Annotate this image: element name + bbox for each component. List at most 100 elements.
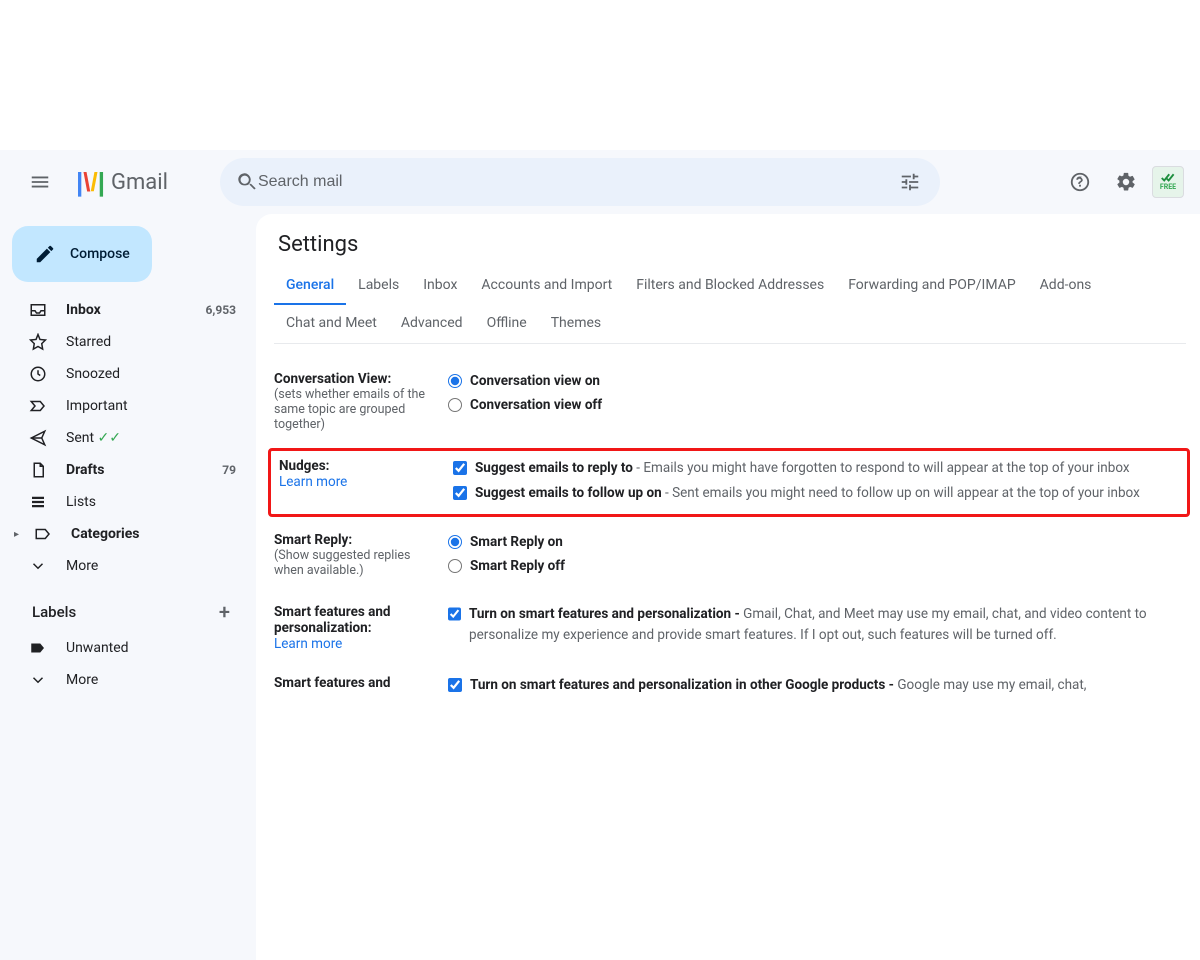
- sidebar-item-inbox[interactable]: Inbox6,953: [8, 294, 248, 326]
- search-icon: [236, 171, 258, 193]
- support-button[interactable]: [1060, 162, 1100, 202]
- option-description: - Emails you might have forgotten to res…: [633, 460, 1130, 476]
- smart-features-other-checkbox[interactable]: [448, 678, 462, 692]
- tab-chat-and-meet[interactable]: Chat and Meet: [274, 305, 389, 343]
- label-item-more[interactable]: More: [8, 664, 248, 696]
- lists-icon: [28, 492, 48, 512]
- gmail-m-icon: |\/|: [76, 167, 105, 198]
- smart-features-checkbox[interactable]: [448, 607, 461, 621]
- extension-badge-label: FREE: [1160, 183, 1176, 191]
- nav-item-label: Categories: [71, 526, 236, 542]
- tab-add-ons[interactable]: Add-ons: [1028, 267, 1104, 305]
- tab-filters-and-blocked-addresses[interactable]: Filters and Blocked Addresses: [624, 267, 836, 305]
- smart-features-learn-more-link[interactable]: Learn more: [274, 636, 342, 652]
- labels-list: Unwanted More: [8, 632, 248, 696]
- sidebar-item-snoozed[interactable]: Snoozed: [8, 358, 248, 390]
- compose-label: Compose: [70, 246, 130, 262]
- option-label: Turn on smart features and personalizati…: [470, 677, 897, 693]
- tab-inbox[interactable]: Inbox: [411, 267, 469, 305]
- nav-item-count: 79: [222, 463, 236, 477]
- option-label: Turn on smart features and personalizati…: [469, 606, 743, 622]
- search-bar[interactable]: [220, 158, 940, 206]
- labels-title: Labels: [32, 603, 76, 621]
- chevron-down-icon: [28, 670, 48, 690]
- setting-smart-features: Smart features and personalization: Lear…: [274, 597, 1186, 668]
- page-title: Settings: [274, 232, 1186, 257]
- sidebar-item-sent[interactable]: Sent ✓✓: [8, 422, 248, 454]
- nudges-learn-more-link[interactable]: Learn more: [279, 474, 347, 490]
- main-content: Settings GeneralLabelsInboxAccounts and …: [256, 214, 1200, 960]
- nav-item-label: Snoozed: [66, 366, 236, 382]
- app-header: |\/| Gmail FREE: [0, 150, 1200, 214]
- nav-item-label: More: [66, 558, 236, 574]
- setting-title: Nudges:: [279, 458, 439, 474]
- setting-title: Conversation View:: [274, 371, 434, 387]
- setting-title: Smart Reply:: [274, 532, 434, 548]
- blank-top-area: [0, 0, 1200, 150]
- option-description: Google may use my email, chat,: [897, 677, 1086, 693]
- tune-icon: [899, 171, 921, 193]
- label-item-label: More: [66, 672, 236, 688]
- search-input[interactable]: [258, 173, 890, 191]
- setting-subtitle: (sets whether emails of the same topic a…: [274, 387, 434, 432]
- smart-reply-on-radio[interactable]: [448, 535, 462, 549]
- setting-subtitle: (Show suggested replies when available.): [274, 548, 434, 578]
- nav-item-label: Important: [66, 398, 236, 414]
- labels-section-header: Labels +: [8, 582, 248, 632]
- chevron-down-icon: [28, 556, 48, 576]
- smart-reply-off-radio[interactable]: [448, 559, 462, 573]
- add-label-button[interactable]: +: [219, 600, 230, 624]
- nav-list: Inbox6,953 Starred Snoozed Important Sent ✓✓…: [8, 294, 248, 582]
- setting-title: Smart features and personalization:: [274, 604, 434, 636]
- option-label: Smart Reply off: [470, 556, 565, 576]
- sidebar-item-important[interactable]: Important: [8, 390, 248, 422]
- nav-item-label: Starred: [66, 334, 236, 350]
- sidebar-item-categories[interactable]: ▸ Categories: [8, 518, 248, 550]
- compose-button[interactable]: Compose: [12, 226, 152, 282]
- conversation-view-on-radio[interactable]: [448, 374, 462, 388]
- sidebar-item-lists[interactable]: Lists: [8, 486, 248, 518]
- tab-themes[interactable]: Themes: [539, 305, 613, 343]
- option-description: - Sent emails you might need to follow u…: [662, 485, 1140, 501]
- sidebar-item-more[interactable]: More: [8, 550, 248, 582]
- double-check-icon: ✓✓: [98, 430, 121, 446]
- sidebar-item-drafts[interactable]: Drafts 79: [8, 454, 248, 486]
- nav-item-label: Drafts: [66, 462, 204, 478]
- option-label: Suggest emails to reply to: [475, 460, 633, 476]
- star-icon: [28, 332, 48, 352]
- option-label: Suggest emails to follow up on: [475, 485, 662, 501]
- gmail-logo[interactable]: |\/| Gmail: [76, 167, 168, 198]
- inbox-icon: [28, 300, 48, 320]
- file-icon: [28, 460, 48, 480]
- gear-icon: [1115, 171, 1137, 193]
- nav-item-label: Sent ✓✓: [66, 430, 236, 446]
- label-item-label: Unwanted: [66, 640, 236, 656]
- settings-tabs: GeneralLabelsInboxAccounts and ImportFil…: [274, 267, 1186, 344]
- categories-icon: [33, 524, 53, 544]
- search-options-button[interactable]: [890, 162, 930, 202]
- caret-right-icon: ▸: [14, 529, 19, 540]
- nav-item-label: Lists: [66, 494, 236, 510]
- pencil-icon: [34, 243, 56, 265]
- label-item-unwanted[interactable]: Unwanted: [8, 632, 248, 664]
- tab-general[interactable]: General: [274, 267, 346, 305]
- nudge-reply-checkbox[interactable]: [453, 461, 467, 475]
- extension-badge[interactable]: FREE: [1152, 166, 1184, 198]
- tab-accounts-and-import[interactable]: Accounts and Import: [469, 267, 624, 305]
- tab-offline[interactable]: Offline: [475, 305, 539, 343]
- gmail-wordmark: Gmail: [111, 170, 168, 195]
- tab-advanced[interactable]: Advanced: [389, 305, 475, 343]
- important-icon: [28, 396, 48, 416]
- settings-button[interactable]: [1106, 162, 1146, 202]
- option-label: Conversation view on: [470, 371, 600, 391]
- sidebar: Compose Inbox6,953 Starred Snoozed Importan…: [0, 214, 256, 960]
- tab-labels[interactable]: Labels: [346, 267, 411, 305]
- sidebar-item-starred[interactable]: Starred: [8, 326, 248, 358]
- nudge-followup-checkbox[interactable]: [453, 486, 467, 500]
- clock-icon: [28, 364, 48, 384]
- hamburger-icon: [29, 171, 51, 193]
- conversation-view-off-radio[interactable]: [448, 398, 462, 412]
- tab-forwarding-and-pop-imap[interactable]: Forwarding and POP/IMAP: [836, 267, 1027, 305]
- main-menu-button[interactable]: [16, 158, 64, 206]
- option-label: Smart Reply on: [470, 532, 563, 552]
